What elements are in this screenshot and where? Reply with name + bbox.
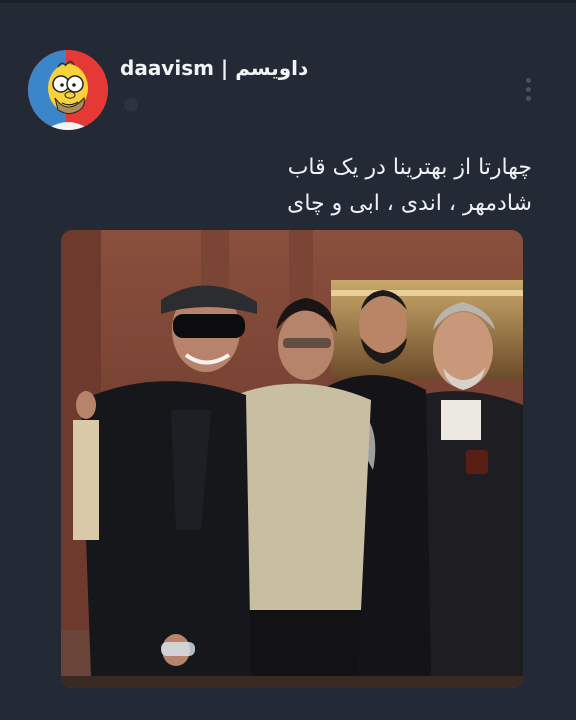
- group-photo-image: [61, 230, 523, 688]
- post-username[interactable]: daavism | داویسم: [120, 56, 308, 80]
- post-photo[interactable]: [61, 230, 523, 688]
- homer-avatar-icon: [28, 50, 108, 130]
- caption-line-1: چهارتا از بهترینا در یک قاب: [287, 155, 532, 180]
- post-header: daavism | داویسم: [28, 50, 548, 136]
- more-options-button[interactable]: [520, 78, 536, 108]
- caption-line-2: شادمهر ، اندی ، ابی و چای: [287, 191, 532, 216]
- dot-icon: [525, 87, 531, 92]
- avatar[interactable]: [28, 50, 108, 130]
- post-caption: چهارتا از بهترینا در یک قاب شادمهر ، اند…: [62, 150, 532, 222]
- status-bar-divider: [0, 0, 576, 3]
- dot-icon: [525, 96, 531, 101]
- dot-icon: [525, 78, 531, 83]
- verified-dot-icon: [124, 98, 138, 112]
